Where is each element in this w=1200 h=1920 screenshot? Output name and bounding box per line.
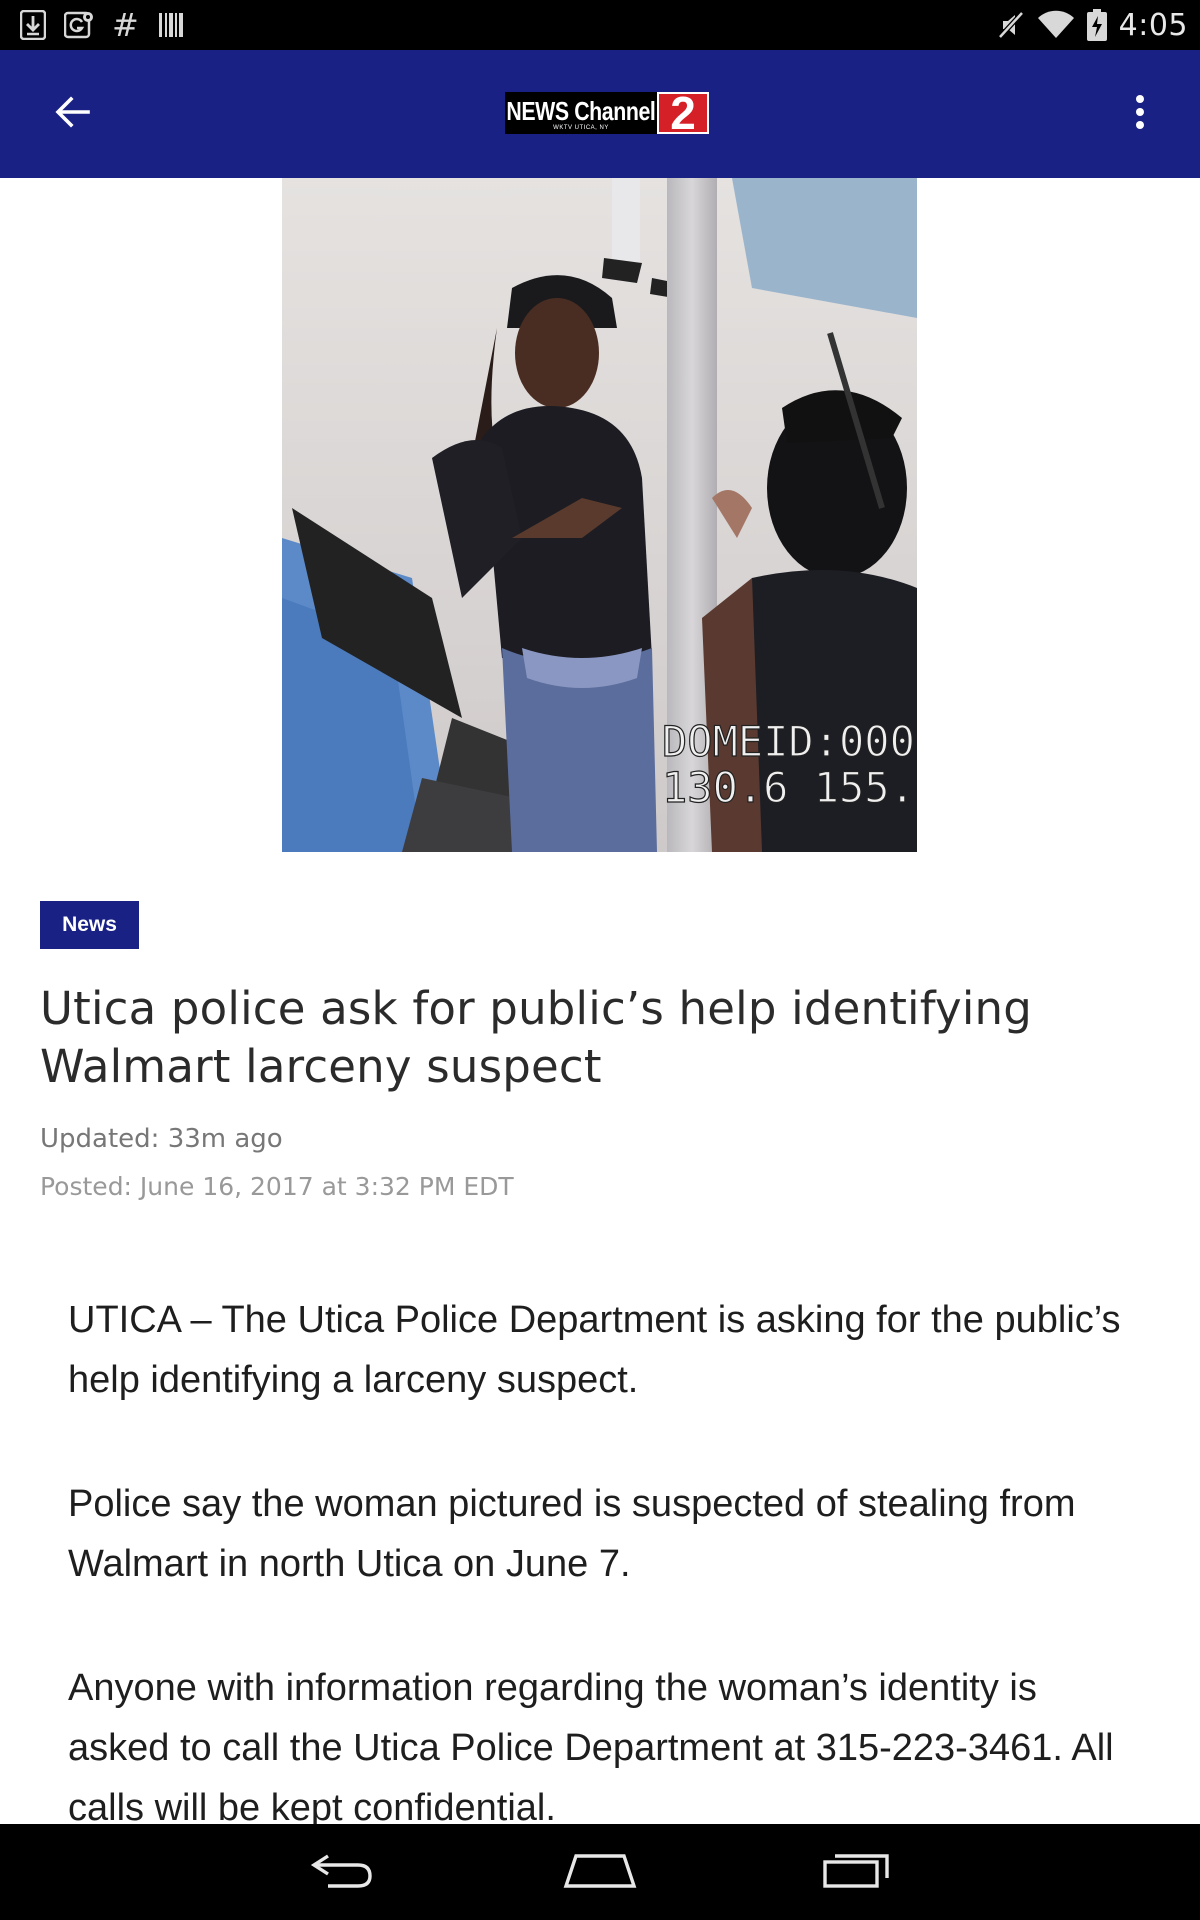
recents-nav-icon: [821, 1850, 893, 1895]
more-vert-icon: [1135, 94, 1145, 134]
navigation-bar: [0, 1824, 1200, 1920]
updated-time: Updated: 33m ago: [40, 1124, 283, 1154]
arrow-left-icon: [54, 95, 90, 133]
article-paragraph: Anyone with information regarding the wo…: [68, 1667, 1114, 1829]
article-image[interactable]: DOMEID:000 130.6 155.: [282, 178, 917, 852]
status-system: 4:05: [997, 6, 1188, 44]
download-icon: [20, 10, 46, 40]
hero-image-area: DOMEID:000 130.6 155.: [0, 178, 1200, 852]
back-nav-icon: [308, 1850, 378, 1895]
nav-recents-button[interactable]: [797, 1838, 917, 1906]
article-paragraph: UTICA – The Utica Police Department is a…: [68, 1299, 1121, 1401]
article-body: UTICA – The Utica Police Department is a…: [68, 1290, 1148, 1902]
status-bar: # 4:05: [0, 0, 1200, 50]
nav-home-button[interactable]: [540, 1838, 660, 1906]
nav-back-button[interactable]: [283, 1838, 403, 1906]
article-title: Utica police ask for public’s help ident…: [40, 982, 1033, 1093]
status-time: 4:05: [1118, 7, 1188, 43]
back-button[interactable]: [40, 84, 104, 144]
overlay-line-2: 130.6 155.: [662, 763, 915, 812]
mute-icon: [997, 9, 1025, 41]
barcode-icon: [157, 11, 185, 39]
logo-number: 2: [657, 90, 709, 136]
wifi-icon: [1037, 10, 1075, 40]
logo-wordmark: NEWS Channel WKTV UTICA, NY: [505, 92, 657, 134]
status-notifications: #: [20, 8, 185, 42]
hash-icon: #: [112, 6, 139, 44]
overlay-line-1: DOMEID:000: [662, 717, 915, 766]
overflow-menu-button[interactable]: [1116, 84, 1164, 144]
article-paragraph: Police say the woman pictured is suspect…: [68, 1483, 1076, 1585]
home-nav-icon: [562, 1850, 638, 1895]
app-bar: NEWS Channel WKTV UTICA, NY 2: [0, 50, 1200, 178]
logo-subtext: WKTV UTICA, NY: [553, 124, 609, 131]
channel-logo: NEWS Channel WKTV UTICA, NY 2: [505, 90, 709, 136]
logo-text: NEWS Channel: [506, 95, 656, 126]
posted-time: Posted: June 16, 2017 at 3:32 PM EDT: [40, 1172, 514, 1201]
battery-charging-icon: [1086, 9, 1107, 41]
category-badge[interactable]: News: [40, 901, 139, 949]
screen: # 4:05 NEWS Channel WKTV UTICA, NY 2 DOM…: [0, 0, 1200, 1920]
maps-notification-icon: [64, 10, 94, 40]
